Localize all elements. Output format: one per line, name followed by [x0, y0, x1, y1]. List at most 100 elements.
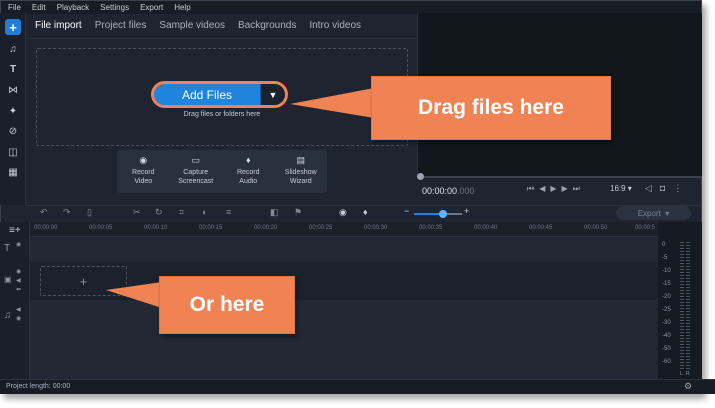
ruler-tick: 00:00:35 — [419, 225, 443, 231]
add-files-label[interactable]: Add Files — [154, 84, 261, 105]
title-track[interactable] — [30, 238, 658, 262]
timeline-ruler[interactable]: 00:00:00 00:00:05 00:00:10 00:00:15 00:0… — [30, 222, 658, 237]
music-icon[interactable]: ♫ — [5, 41, 21, 57]
grid-tools-icon[interactable]: ▦ — [5, 164, 21, 180]
audio-track[interactable] — [30, 300, 658, 379]
left-toolbar: + ♫ T ⋈ ✦ ⊘ ◫ ▦ — [0, 13, 26, 205]
video-track-visibility-icon[interactable]: ◉ — [16, 268, 21, 275]
more-options-icon[interactable]: ⋮ — [673, 183, 682, 194]
cut-icon[interactable]: ✂ — [133, 207, 141, 218]
redo-icon[interactable]: ↷ — [63, 207, 71, 218]
play-icon[interactable]: ▶ — [550, 184, 556, 194]
video-track-link-icon[interactable]: ⬅ — [16, 286, 21, 293]
callout-pointer-bottom-shape — [106, 282, 162, 308]
title-track-visibility-icon[interactable]: ◉ — [16, 241, 21, 248]
import-tabs: File import Project files Sample videos … — [26, 13, 416, 39]
callout-or-here-text: Or here — [189, 293, 265, 316]
tab-intro-videos[interactable]: Intro videos — [309, 20, 361, 31]
aspect-ratio-select[interactable]: 16:9 ▾ — [610, 184, 632, 193]
zoom-slider-handle[interactable] — [439, 210, 447, 218]
menu-export[interactable]: Export — [140, 3, 163, 12]
ruler-tick: 00:00:15 — [199, 225, 223, 231]
ruler-tick: 00:00:10 — [144, 225, 168, 231]
stickers-icon[interactable]: ⊘ — [5, 123, 21, 139]
crop-icon[interactable]: ⌗ — [179, 207, 184, 218]
status-bar: Project length: 00:00 — [0, 379, 715, 394]
step-back-icon[interactable]: ◀ — [539, 184, 545, 194]
menu-file[interactable]: File — [8, 3, 21, 12]
title-track-icon: T — [4, 243, 11, 254]
skip-forward-icon[interactable]: ⏭ — [573, 184, 580, 194]
undo-icon[interactable]: ↶ — [40, 207, 48, 218]
add-files-button[interactable]: Add Files ▼ — [154, 84, 285, 105]
record-video-button[interactable]: ◉ Record Video — [117, 150, 170, 193]
callout-pointer-bottom — [106, 282, 162, 308]
playback-time: 00:00:00.000 — [422, 186, 475, 196]
menu-help[interactable]: Help — [174, 3, 190, 12]
zoom-out-icon[interactable]: − — [404, 206, 409, 216]
video-track-mute-icon[interactable]: ◀ — [16, 277, 21, 284]
export-button[interactable]: Export ▾ — [616, 206, 691, 220]
zoom-in-icon[interactable]: + — [464, 206, 469, 216]
video-track-icon: ▣ — [4, 275, 12, 284]
add-track-icon[interactable]: ≡+ — [9, 225, 21, 236]
marker-icon[interactable]: ⚑ — [294, 207, 302, 218]
menu-settings[interactable]: Settings — [100, 3, 129, 12]
callout-pointer-top-shape — [290, 88, 374, 118]
import-plus-icon[interactable]: + — [5, 19, 21, 35]
rotate-icon[interactable]: ↻ — [155, 207, 163, 218]
ruler-tick: 00:00:25 — [309, 225, 333, 231]
ruler-tick: 00:00:5 — [635, 225, 656, 231]
zoom-slider-fill — [414, 213, 442, 215]
webcam-record-icon[interactable]: ◉ — [339, 207, 347, 218]
meter-label: -5 — [662, 255, 668, 261]
export-label: Export — [637, 208, 661, 218]
skip-back-icon[interactable]: ⏮ — [527, 184, 534, 194]
slideshow-wizard-button[interactable]: ▤ Slideshow Wizard — [275, 150, 328, 193]
project-length: Project length: 00:00 — [6, 383, 71, 390]
transitions-icon[interactable]: ⋈ — [5, 82, 21, 98]
filters-icon[interactable]: ✦ — [5, 103, 21, 119]
ruler-tick: 00:00:40 — [474, 225, 498, 231]
snapshot-icon[interactable]: ◘ — [660, 183, 665, 194]
menu-playback[interactable]: Playback — [57, 3, 89, 12]
preview-tools: ◁ ◘ ⋮ — [645, 183, 682, 194]
color-adjust-icon[interactable]: ◐ — [202, 207, 207, 217]
chevron-down-icon[interactable]: ▼ — [261, 84, 285, 105]
meter-bar-left — [680, 242, 684, 370]
meter-label: -20 — [662, 294, 671, 300]
menu-edit[interactable]: Edit — [32, 3, 46, 12]
ruler-tick: 00:00:20 — [254, 225, 278, 231]
audio-track-visibility-icon[interactable]: ◉ — [16, 315, 21, 322]
gear-icon[interactable]: ⚙ — [684, 381, 692, 392]
callout-or-here: Or here — [159, 276, 295, 334]
time-main: 00:00:00 — [422, 186, 458, 196]
slideshow-wizard-label: Slideshow Wizard — [284, 169, 317, 185]
monitor-icon: ▭ — [191, 155, 200, 165]
ruler-tick: 00:00:05 — [89, 225, 113, 231]
tab-file-import[interactable]: File import — [35, 20, 82, 31]
step-forward-icon[interactable]: ▶ — [562, 184, 568, 194]
callout-drag-files: Drag files here — [371, 76, 611, 140]
audio-track-mute-icon[interactable]: ◀ — [16, 306, 21, 313]
meter-channel-right: R — [686, 371, 690, 377]
record-audio-button[interactable]: ♦ Record Audio — [222, 150, 275, 193]
capture-screencast-button[interactable]: ▭ Capture Screencast — [170, 150, 223, 193]
titles-icon[interactable]: T — [5, 61, 21, 77]
clip-properties-icon[interactable]: ≡ — [226, 207, 231, 217]
more-tools-icon[interactable]: ◫ — [5, 144, 21, 160]
callout-pointer-top — [290, 88, 374, 118]
ruler-tick: 00:00:30 — [364, 225, 388, 231]
aspect-ratio-value: 16:9 — [610, 184, 626, 193]
tab-project-files[interactable]: Project files — [95, 20, 147, 31]
volume-icon[interactable]: ◁ — [645, 183, 652, 194]
transport-buttons: ⏮ ◀ ▶ ▶ ⏭ — [527, 184, 580, 194]
delete-icon[interactable]: ▯ — [87, 207, 92, 218]
slideshow-icon: ▤ — [296, 155, 305, 165]
voiceover-icon[interactable]: ♦ — [363, 207, 368, 217]
meter-label: 0 — [662, 242, 666, 248]
meter-bar-right — [686, 242, 690, 370]
tab-backgrounds[interactable]: Backgrounds — [238, 20, 296, 31]
tab-sample-videos[interactable]: Sample videos — [159, 20, 225, 31]
overlay-icon[interactable]: ◧ — [270, 207, 279, 218]
